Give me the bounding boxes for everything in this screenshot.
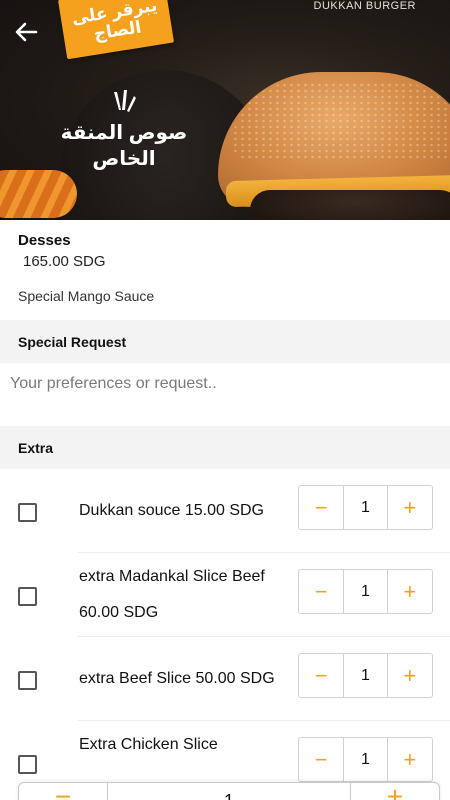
decrement-button[interactable]: − <box>299 486 343 529</box>
item-info: Desses 165.00 SDG Special Mango Sauce <box>0 220 450 320</box>
arrow-left-icon <box>15 22 38 42</box>
promo-text: صوص المنقة الخاص <box>54 120 194 172</box>
fries-image <box>0 170 77 218</box>
sesame-texture <box>232 82 450 162</box>
decrement-button[interactable]: − <box>299 654 343 697</box>
quantity-value: 1 <box>343 738 388 781</box>
increment-button[interactable]: + <box>388 654 432 697</box>
quantity-stepper: − 1 + <box>298 485 433 530</box>
hero-image: يبرقر على الصاج DUKKAN BURGER صوص المنقة… <box>0 0 450 220</box>
extra-item-label: Extra Chicken Slice <box>79 736 218 753</box>
back-button[interactable] <box>10 16 42 48</box>
quantity-value: 1 <box>343 570 388 613</box>
promo-line1: صوص المنقة <box>60 122 188 144</box>
extra-checkbox[interactable] <box>18 755 37 774</box>
extra-item-label: extra Beef Slice 50.00 SDG <box>79 670 275 687</box>
item-description: Special Mango Sauce <box>18 288 155 304</box>
item-name: Desses <box>18 232 71 249</box>
sparkle-icon <box>114 90 136 112</box>
extra-item-label: extra Madankal Slice Beef 60.00 SDG <box>79 568 265 621</box>
burger-patty-image <box>250 190 450 220</box>
quantity-stepper: − 1 + <box>298 653 433 698</box>
extra-checkbox[interactable] <box>18 587 37 606</box>
increment-button[interactable]: + <box>388 738 432 781</box>
brand-name: DUKKAN BURGER <box>313 0 416 12</box>
increment-button[interactable]: + <box>388 570 432 613</box>
extra-item-row: extra Madankal Slice Beef 60.00 SDG − 1 … <box>0 553 450 637</box>
decrement-button[interactable]: − <box>299 738 343 781</box>
extra-checkbox[interactable] <box>18 503 37 522</box>
extra-item-label: Dukkan souce 15.00 SDG <box>79 502 264 519</box>
special-request-header: Special Request <box>0 320 450 363</box>
quantity-stepper: − 1 + <box>298 569 433 614</box>
quantity-value: 1 <box>343 486 388 529</box>
quantity-stepper: − 1 + <box>298 737 433 782</box>
extra-header: Extra <box>0 426 450 469</box>
promo-line2: الخاص <box>92 148 156 170</box>
decrement-button[interactable]: − <box>299 570 343 613</box>
order-increment-button[interactable]: + <box>351 783 439 800</box>
order-quantity-stepper: − 1 + <box>18 782 440 800</box>
extra-item-row: extra Beef Slice 50.00 SDG − 1 + <box>0 637 450 721</box>
promo-tag: يبرقر على الصاج <box>58 0 175 60</box>
order-quantity-value: 1 <box>107 783 351 800</box>
order-decrement-button[interactable]: − <box>19 783 107 800</box>
item-price: 165.00 SDG <box>23 253 106 270</box>
extra-item-row: Dukkan souce 15.00 SDG − 1 + <box>0 469 450 553</box>
increment-button[interactable]: + <box>388 486 432 529</box>
special-request-input[interactable] <box>0 363 450 426</box>
extra-checkbox[interactable] <box>18 671 37 690</box>
quantity-value: 1 <box>343 654 388 697</box>
